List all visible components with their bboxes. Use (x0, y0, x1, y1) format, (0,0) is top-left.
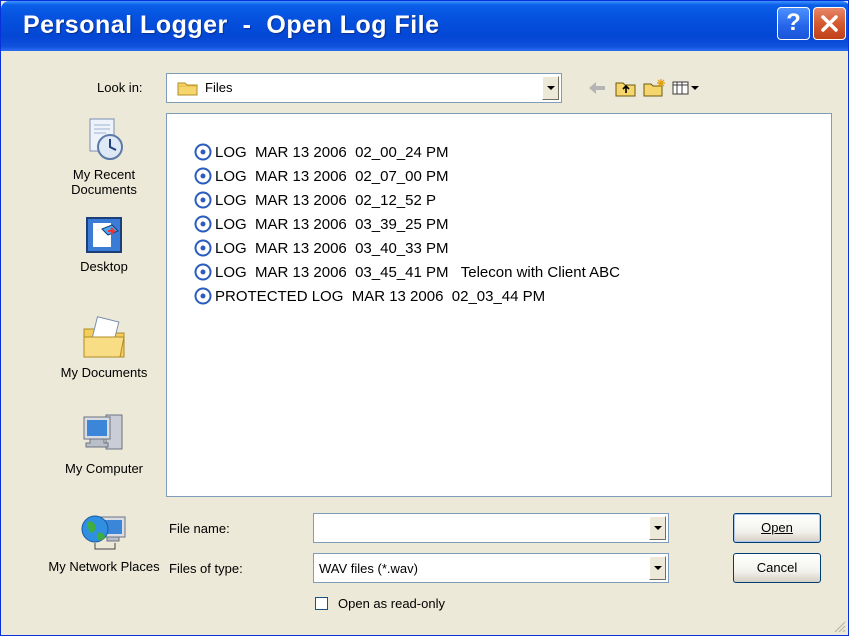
file-item[interactable]: LOG MAR 13 2006 03_45_41 PM Telecon with… (169, 240, 620, 281)
up-folder-icon[interactable] (615, 79, 637, 97)
close-button[interactable] (813, 7, 846, 40)
lookin-dropdown-arrow[interactable] (542, 76, 559, 100)
place-desktop[interactable]: Desktop (39, 215, 169, 274)
file-item[interactable]: LOG MAR 13 2006 02_00_24 PM (169, 120, 449, 161)
audio-file-icon (194, 287, 212, 305)
recent-documents-icon (89, 118, 123, 160)
filetype-label: Files of type: (169, 561, 243, 576)
network-places-icon (81, 515, 126, 550)
open-log-file-dialog: Personal Logger - Open Log File ? Look i… (0, 0, 849, 636)
lookin-dropdown[interactable]: Files (166, 73, 562, 103)
place-my-documents[interactable]: My Documents (39, 315, 169, 380)
open-button[interactable]: Open (733, 513, 821, 543)
filename-label: File name: (169, 521, 230, 536)
new-folder-icon[interactable] (643, 79, 667, 97)
filetype-value: WAV files (*.wav) (319, 561, 418, 576)
place-network-places[interactable]: My Network Places (39, 509, 169, 574)
lookin-label: Look in: (97, 80, 143, 95)
place-label-my-computer: My Computer (64, 461, 144, 476)
back-arrow-icon[interactable] (587, 79, 607, 97)
open-button-label: Open (761, 520, 793, 535)
cancel-button-label: Cancel (756, 560, 798, 575)
place-label-network: My Network Places (48, 559, 160, 574)
readonly-checkbox[interactable] (315, 597, 328, 610)
filename-input[interactable] (313, 513, 669, 543)
file-item[interactable]: LOG MAR 13 2006 02_12_52 P (169, 168, 436, 209)
cancel-button[interactable]: Cancel (733, 553, 821, 583)
place-label-desktop: Desktop (80, 259, 128, 274)
my-documents-icon (83, 316, 125, 358)
view-menu-icon[interactable] (672, 79, 700, 97)
file-item[interactable]: LOG MAR 13 2006 02_07_00 PM (169, 144, 449, 185)
file-list[interactable]: LOG MAR 13 2006 02_00_24 PM LOG MAR 13 2… (166, 113, 832, 497)
my-computer-icon (83, 414, 123, 450)
folder-icon (177, 82, 198, 96)
filename-dropdown-arrow[interactable] (649, 516, 666, 540)
file-item[interactable]: LOG MAR 13 2006 03_39_25 PM (169, 192, 449, 233)
close-icon (821, 15, 838, 32)
resize-grip-icon[interactable] (832, 619, 846, 633)
file-item[interactable]: PROTECTED LOG MAR 13 2006 02_03_44 PM (169, 264, 545, 305)
place-recent-documents[interactable]: My Recent Documents (39, 115, 169, 197)
file-name: PROTECTED LOG MAR 13 2006 02_03_44 PM (215, 288, 546, 305)
help-button[interactable]: ? (777, 7, 810, 40)
window-title: Personal Logger - Open Log File (23, 11, 440, 39)
lookin-value: Files (205, 80, 233, 95)
filetype-dropdown-arrow[interactable] (649, 556, 666, 580)
place-label-my-documents: My Documents (60, 365, 148, 380)
title-bar[interactable]: Personal Logger - Open Log File ? (1, 1, 848, 51)
place-my-computer[interactable]: My Computer (39, 411, 169, 476)
desktop-icon (86, 217, 122, 253)
readonly-label: Open as read-only (338, 596, 445, 611)
file-item[interactable]: LOG MAR 13 2006 03_40_33 PM (169, 216, 449, 257)
place-label-recent: My Recent Documents (71, 167, 137, 197)
filetype-dropdown[interactable]: WAV files (*.wav) (313, 553, 669, 583)
